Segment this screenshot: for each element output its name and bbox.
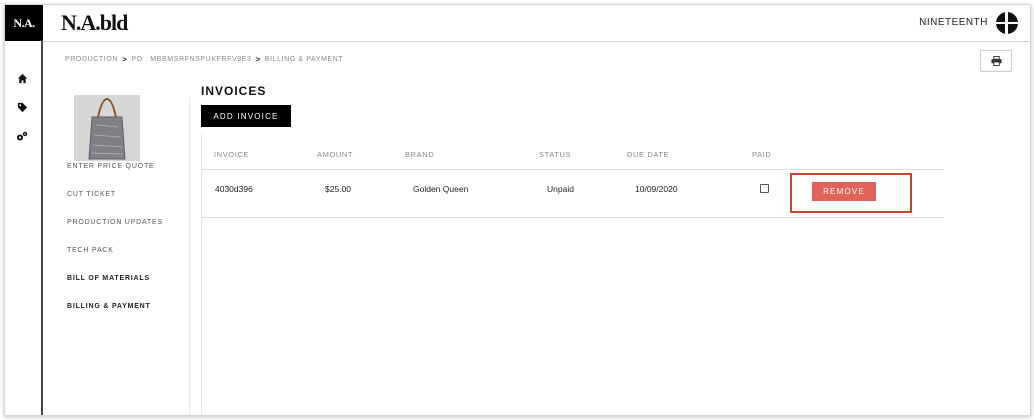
cell-invoice[interactable]: 4030d396 [215, 184, 253, 194]
column-header-brand: BRAND [405, 150, 435, 159]
cell-brand: Golden Queen [413, 184, 469, 194]
paid-checkbox[interactable] [760, 184, 769, 193]
top-bar: N.A.bld NINETEENTH [43, 5, 1030, 42]
breadcrumb-production[interactable]: PRODUCTION [65, 56, 118, 63]
subnav-tech-pack[interactable]: TECH PACK [67, 247, 114, 254]
product-thumbnail [74, 95, 140, 161]
logo-text: N.A. [13, 15, 35, 30]
subnav-cut-ticket[interactable]: CUT TICKET [67, 191, 116, 198]
tags-icon[interactable] [14, 99, 30, 115]
header-divider [202, 169, 944, 170]
add-invoice-button[interactable]: ADD INVOICE [201, 105, 291, 127]
icon-sidebar [5, 41, 43, 415]
cell-status: Unpaid [547, 184, 574, 194]
column-header-invoice: INVOICE [214, 150, 250, 159]
subnav-enter-price-quote[interactable]: ENTER PRICE QUOTE [67, 163, 155, 170]
breadcrumb-po[interactable]: PO : MBBMSRFNSPUKFRFV9E3 [131, 56, 251, 63]
column-header-status: STATUS [539, 150, 572, 159]
app-logo[interactable]: N.A. [5, 5, 43, 41]
breadcrumb-separator: > [255, 55, 261, 64]
breadcrumb-billing: BILLING & PAYMENT [264, 56, 344, 63]
subnav-billing-payment[interactable]: BILLING & PAYMENT [67, 303, 151, 310]
breadcrumb: PRODUCTION > PO : MBBMSRFNSPUKFRFV9E3 > … [65, 55, 343, 64]
subnav-bill-of-materials[interactable]: BILL OF MATERIALS [67, 275, 150, 282]
brand-logo[interactable]: N.A.bld [61, 10, 128, 36]
print-icon [991, 56, 1001, 66]
column-header-amount: AMOUNT [317, 150, 354, 159]
cell-due-date: 10/09/2020 [635, 184, 678, 194]
subnav-production-updates[interactable]: PRODUCTION UPDATES [67, 219, 163, 226]
column-header-paid: PAID [752, 150, 772, 159]
remove-invoice-button[interactable]: REMOVE [812, 182, 876, 201]
row-divider [202, 217, 944, 218]
cogs-icon[interactable] [14, 128, 30, 144]
breadcrumb-separator: > [122, 55, 128, 64]
home-icon[interactable] [14, 70, 30, 86]
app-window: N.A. N.A.bld NINETEENTH PRODUCTION > PO … [4, 4, 1031, 416]
account-name[interactable]: NINETEENTH [919, 17, 988, 28]
cell-amount: $25.00 [325, 184, 351, 194]
content-divider [189, 97, 190, 415]
print-button[interactable] [980, 50, 1012, 72]
column-header-due-date: DUE DATE [627, 150, 670, 159]
avatar[interactable] [996, 12, 1018, 34]
page-title: INVOICES [201, 84, 267, 98]
